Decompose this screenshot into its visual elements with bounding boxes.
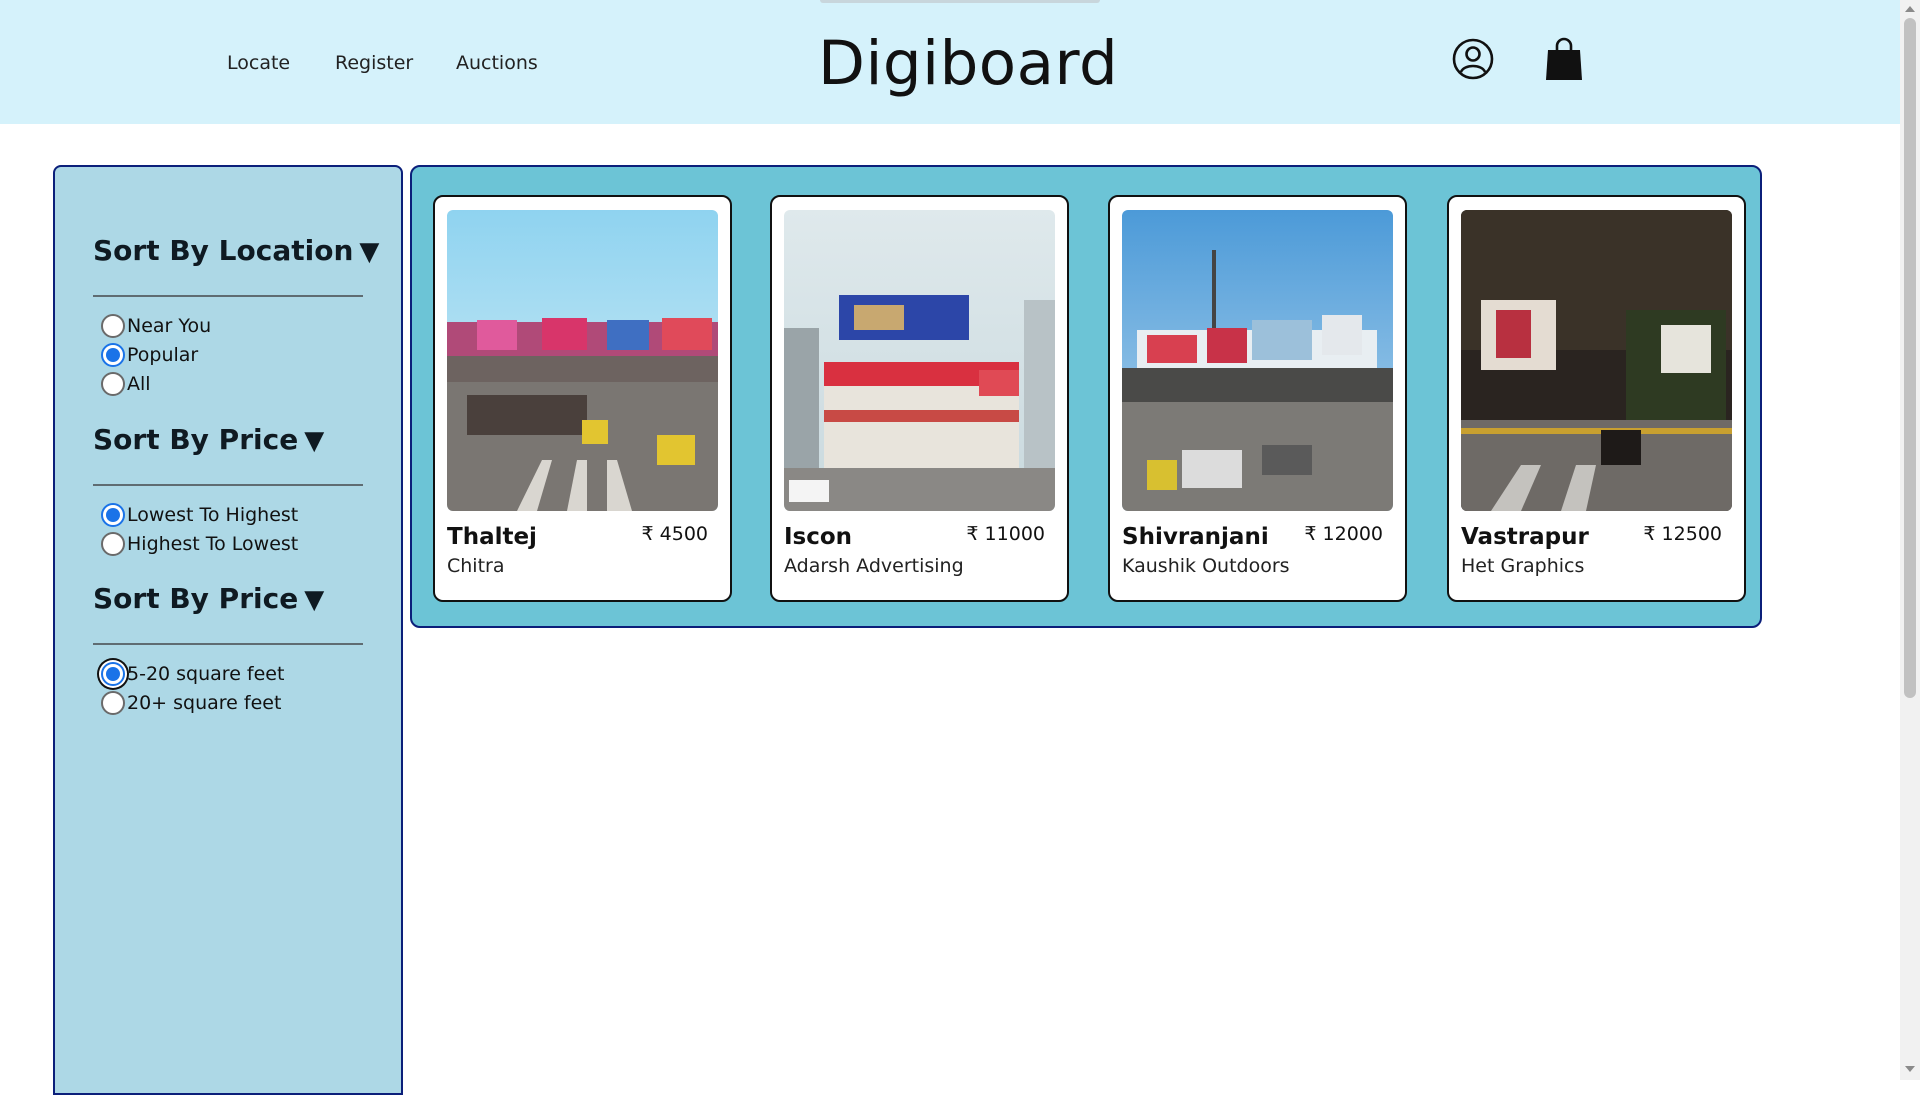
caret-down-icon: ▼ [304,585,325,615]
scroll-down-arrow-icon[interactable] [1905,1066,1915,1072]
listing-location: Shivranjani [1122,524,1269,550]
radio-button[interactable] [101,314,125,338]
radio-button-checked[interactable] [101,662,125,686]
nav-register-link[interactable]: Register [335,52,413,74]
listing-location: Vastrapur [1461,524,1589,550]
radio-5-20-sqft[interactable]: 5-20 square feet [101,661,284,687]
listing-card-shivranjani[interactable]: Shivranjani ₹ 12000 Kaushik Outdoors [1108,195,1407,602]
radio-label: Near You [127,315,212,337]
page-scrollbar[interactable] [1900,0,1920,1080]
user-account-icon[interactable] [1452,38,1494,80]
billboard-listings: Thaltej ₹ 4500 Chitra Iscon ₹ 11000 Adar… [410,165,1762,628]
scroll-up-arrow-icon[interactable] [1905,6,1915,12]
brand-logo-text[interactable]: Digiboard [818,28,1118,99]
radio-button[interactable] [101,532,125,556]
radio-button-checked[interactable] [101,503,125,527]
listing-price: ₹ 4500 [641,523,708,545]
listing-vendor: Chitra [447,555,505,577]
radio-button-checked[interactable] [101,343,125,367]
radio-label: All [127,373,151,395]
nav-auctions-link[interactable]: Auctions [456,52,538,74]
listing-card-iscon[interactable]: Iscon ₹ 11000 Adarsh Advertising [770,195,1069,602]
sort-by-price-title: Sort By Price [93,423,299,456]
listing-card-vastrapur[interactable]: Vastrapur ₹ 12500 Het Graphics [1447,195,1746,602]
radio-all[interactable]: All [101,371,151,397]
radio-label: 5-20 square feet [127,663,285,685]
section-divider [93,295,363,297]
radio-near-you[interactable]: Near You [101,313,211,339]
listing-price: ₹ 11000 [966,523,1045,545]
radio-highest-to-lowest[interactable]: Highest To Lowest [101,531,298,557]
radio-label: 20+ square feet [127,692,282,714]
caret-down-icon: ▼ [359,237,380,267]
section-divider [93,484,363,486]
radio-lowest-to-highest[interactable]: Lowest To Highest [101,502,298,528]
radio-label: Lowest To Highest [127,504,299,526]
listing-location: Thaltej [447,524,537,550]
billboard-photo [447,210,718,511]
sort-by-location-heading[interactable]: Sort By Location ▼ [93,234,379,267]
listing-price: ₹ 12000 [1304,523,1383,545]
header-top-strip [820,0,1100,3]
section-divider [93,643,363,645]
nav-locate-link[interactable]: Locate [227,52,290,74]
listing-vendor: Adarsh Advertising [784,555,964,577]
listing-card-thaltej[interactable]: Thaltej ₹ 4500 Chitra [433,195,732,602]
billboard-photo [784,210,1055,511]
radio-label: Highest To Lowest [127,533,299,555]
radio-label: Popular [127,344,199,366]
sort-by-size-heading[interactable]: Sort By Price ▼ [93,582,324,615]
shopping-bag-icon[interactable] [1544,36,1584,82]
sort-by-price-heading[interactable]: Sort By Price ▼ [93,423,324,456]
listing-price: ₹ 12500 [1643,523,1722,545]
listing-vendor: Het Graphics [1461,555,1585,577]
radio-20-plus-sqft[interactable]: 20+ square feet [101,690,281,716]
scrollbar-thumb[interactable] [1904,18,1916,698]
listing-vendor: Kaushik Outdoors [1122,555,1290,577]
billboard-photo [1461,210,1732,511]
radio-popular[interactable]: Popular [101,342,198,368]
site-header: Locate Register Auctions Digiboard [0,0,1900,124]
sort-by-size-title: Sort By Price [93,582,299,615]
radio-button[interactable] [101,372,125,396]
radio-button[interactable] [101,691,125,715]
billboard-photo [1122,210,1393,511]
filter-sidebar: Sort By Location ▼ Near You Popular All S… [53,165,403,1095]
listing-location: Iscon [784,524,853,550]
caret-down-icon: ▼ [304,426,325,456]
sort-by-location-title: Sort By Location [93,234,354,267]
